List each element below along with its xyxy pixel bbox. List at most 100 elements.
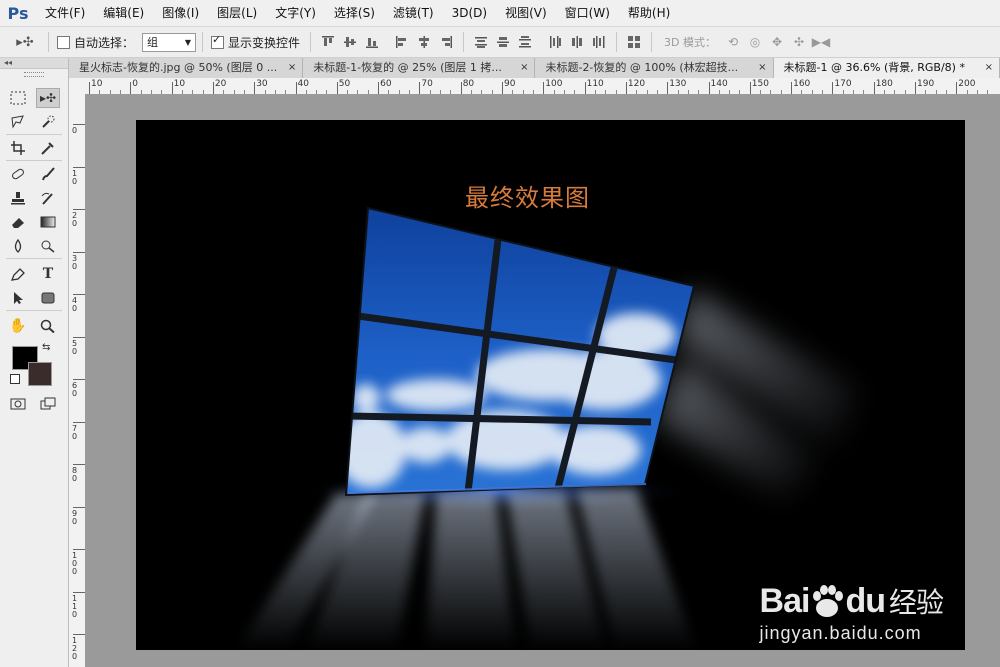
ruler-minor-tick bbox=[801, 90, 803, 94]
auto-select-dropdown[interactable]: 组 ▼ bbox=[142, 32, 197, 52]
crop-icon[interactable] bbox=[6, 138, 30, 158]
blur-icon[interactable] bbox=[6, 236, 30, 256]
history-brush-icon[interactable] bbox=[36, 188, 60, 208]
tools-panel-header[interactable]: ◂◂ bbox=[0, 58, 68, 69]
3d-roll-icon[interactable]: ◎ bbox=[748, 34, 762, 50]
move-icon[interactable]: ▸✣ bbox=[36, 88, 60, 108]
ruler-minor-tick bbox=[450, 90, 452, 94]
ruler-minor-tick bbox=[233, 90, 235, 94]
brush-icon[interactable] bbox=[36, 164, 60, 184]
ruler-minor-tick bbox=[636, 90, 638, 94]
ruler-tick bbox=[295, 82, 297, 94]
ruler-minor-tick bbox=[945, 90, 947, 94]
screen-mode-icon[interactable] bbox=[36, 394, 60, 414]
quick-mask-icon[interactable] bbox=[6, 394, 30, 414]
close-icon[interactable]: × bbox=[520, 58, 528, 78]
separator bbox=[616, 32, 618, 52]
tab-label: 未标题-2-恢复的 @ 100% (林宏超技... bbox=[545, 61, 739, 74]
align-hcenter-icon[interactable] bbox=[417, 34, 431, 50]
menu-image[interactable]: 图像(I) bbox=[153, 0, 208, 26]
distribute-left-icon[interactable] bbox=[548, 34, 562, 50]
menu-window[interactable]: 窗口(W) bbox=[556, 0, 619, 26]
close-icon[interactable]: × bbox=[985, 58, 993, 78]
pen-icon[interactable] bbox=[6, 264, 30, 284]
move-tool-preset-icon[interactable]: ▸✣ bbox=[12, 34, 38, 50]
vertical-ruler[interactable]: 0 1 0 2 0 3 0 4 0 5 0 6 0 7 0 8 0 9 0 1 0 0 1 1 0 1 … bbox=[69, 94, 86, 667]
background-color-swatch[interactable] bbox=[28, 362, 52, 386]
distribute-vcenter-icon[interactable] bbox=[496, 34, 510, 50]
distribute-bottom-icon[interactable] bbox=[518, 34, 532, 50]
3d-scale-icon[interactable]: ▶◀ bbox=[812, 34, 830, 50]
ruler-tick bbox=[502, 82, 503, 94]
ruler-minor-tick bbox=[698, 90, 700, 94]
ruler-minor-tick bbox=[718, 90, 720, 94]
dodge-icon[interactable] bbox=[36, 236, 60, 256]
hand-icon[interactable]: ✋ bbox=[6, 316, 30, 336]
ruler-minor-tick bbox=[780, 90, 782, 94]
ruler-minor-tick bbox=[822, 90, 824, 94]
tab-doc-2[interactable]: 未标题-1-恢复的 @ 25% (图层 1 拷... × bbox=[303, 58, 536, 78]
baidu-watermark: Bai du 经验 jingyan.baidu.com bbox=[760, 581, 944, 644]
close-icon[interactable]: × bbox=[288, 58, 296, 78]
quick-select-icon[interactable] bbox=[36, 112, 60, 132]
marquee-icon[interactable] bbox=[6, 88, 30, 108]
shape-icon[interactable] bbox=[36, 288, 60, 308]
ruler-tick bbox=[915, 82, 916, 94]
menu-filter[interactable]: 滤镜(T) bbox=[384, 0, 443, 26]
ruler-minor-tick bbox=[976, 90, 978, 94]
default-colors-icon[interactable] bbox=[10, 374, 20, 384]
menu-help[interactable]: 帮助(H) bbox=[619, 0, 679, 26]
panel-grip[interactable] bbox=[24, 72, 44, 77]
auto-select-checkbox[interactable] bbox=[57, 35, 70, 49]
swap-colors-icon[interactable]: ⇆ bbox=[42, 342, 50, 353]
menu-select[interactable]: 选择(S) bbox=[325, 0, 384, 26]
3d-rotate-icon[interactable]: ⟲ bbox=[726, 34, 740, 50]
gradient-icon[interactable] bbox=[36, 212, 60, 232]
3d-slide-icon[interactable]: ✣ bbox=[792, 34, 806, 50]
show-transform-checkbox[interactable] bbox=[211, 33, 225, 49]
distribute-hcenter-icon[interactable] bbox=[570, 34, 584, 50]
menu-view[interactable]: 视图(V) bbox=[496, 0, 556, 26]
distribute-right-icon[interactable] bbox=[592, 34, 606, 50]
eyedropper-icon[interactable] bbox=[36, 138, 60, 158]
eraser-icon[interactable] bbox=[6, 212, 30, 232]
ruler-minor-tick bbox=[987, 90, 989, 94]
ruler-tick bbox=[543, 82, 545, 94]
align-vcenter-icon[interactable] bbox=[343, 34, 357, 50]
ruler-tick bbox=[378, 82, 380, 94]
zoom-icon[interactable] bbox=[36, 316, 60, 336]
align-bottom-icon[interactable] bbox=[365, 34, 379, 50]
menu-type[interactable]: 文字(Y) bbox=[266, 0, 325, 26]
align-top-icon[interactable] bbox=[321, 34, 335, 50]
menu-file[interactable]: 文件(F) bbox=[36, 0, 94, 26]
tab-doc-4-active[interactable]: 未标题-1 @ 36.6% (背景, RGB/8) * × bbox=[773, 58, 1000, 78]
align-left-icon[interactable] bbox=[395, 34, 409, 50]
ruler-minor-tick bbox=[811, 90, 813, 94]
horizontal-ruler[interactable]: 10 0 10 20 30 40 50 60 70 80 90 100 110 120 130 140 150 1… bbox=[69, 78, 1000, 95]
tab-doc-3[interactable]: 未标题-2-恢复的 @ 100% (林宏超技... × bbox=[535, 58, 774, 78]
align-right-icon[interactable] bbox=[439, 34, 453, 50]
ruler-label: 10 bbox=[91, 79, 103, 89]
menu-edit[interactable]: 编辑(E) bbox=[94, 0, 153, 26]
healing-icon[interactable] bbox=[6, 164, 30, 184]
ruler-tick bbox=[460, 82, 462, 94]
auto-select-label: 自动选择： bbox=[74, 35, 135, 50]
type-icon[interactable]: T bbox=[36, 264, 60, 284]
ruler-minor-tick bbox=[223, 90, 225, 94]
close-icon[interactable]: × bbox=[758, 58, 766, 78]
path-select-icon[interactable] bbox=[6, 288, 30, 308]
menu-layer[interactable]: 图层(L) bbox=[208, 0, 266, 26]
separator bbox=[310, 32, 312, 52]
ruler-tick bbox=[73, 166, 85, 168]
ruler-minor-tick bbox=[739, 90, 741, 94]
menu-3d[interactable]: 3D(D) bbox=[443, 0, 496, 26]
auto-align-icon[interactable] bbox=[627, 34, 641, 50]
tab-doc-1[interactable]: 星火标志-恢复的.jpg @ 50% (图层 0 ... × bbox=[69, 58, 304, 78]
document-canvas[interactable]: 最终效果图 Bai du 经验 jingyan.baidu.com bbox=[136, 120, 965, 650]
3d-pan-icon[interactable]: ✥ bbox=[770, 34, 784, 50]
separator bbox=[48, 32, 49, 52]
ruler-minor-tick bbox=[119, 90, 121, 94]
stamp-icon[interactable] bbox=[6, 188, 30, 208]
lasso-icon[interactable] bbox=[6, 112, 30, 132]
distribute-top-icon[interactable] bbox=[474, 34, 488, 50]
